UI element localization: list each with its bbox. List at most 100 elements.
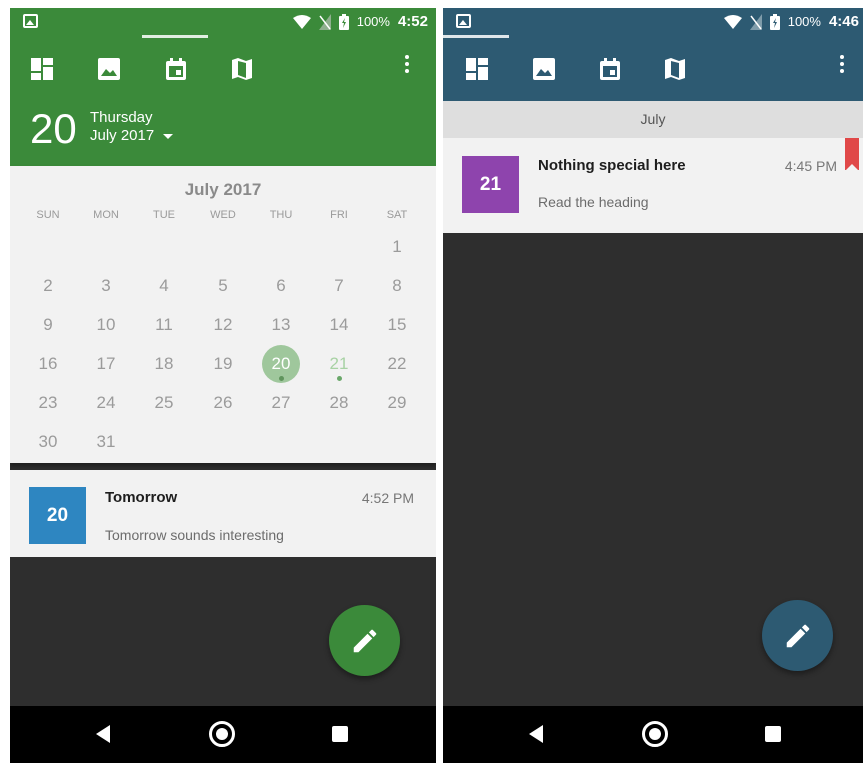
event-dot-icon <box>279 376 284 381</box>
calendar-day[interactable]: 8 <box>377 271 417 301</box>
tab-indicator <box>443 35 509 38</box>
battery-percentage: 100% <box>787 14 821 29</box>
map-icon[interactable] <box>230 57 254 81</box>
weekday-header: TUE <box>153 209 175 221</box>
left-phone-screen: 100% 4:52 20 Thursday July 2017 July 201… <box>10 8 436 763</box>
overflow-menu-icon[interactable] <box>404 55 410 79</box>
calendar-day[interactable]: 10 <box>86 310 126 340</box>
calendar-day[interactable]: 5 <box>203 271 243 301</box>
header-weekday: Thursday <box>90 109 153 126</box>
back-button[interactable] <box>96 725 110 743</box>
calendar-day[interactable]: 15 <box>377 310 417 340</box>
compose-button[interactable] <box>329 605 400 676</box>
event-dot-icon <box>337 376 342 381</box>
overflow-menu-icon[interactable] <box>839 55 845 79</box>
image-icon[interactable] <box>532 57 556 81</box>
image-notification-icon <box>23 14 38 28</box>
battery-icon <box>769 13 780 30</box>
calendar-day[interactable]: 22 <box>377 349 417 379</box>
screenshot-stage: 100% 4:52 20 Thursday July 2017 July 201… <box>0 0 863 763</box>
map-icon[interactable] <box>663 57 687 81</box>
system-navigation-bar <box>10 706 436 763</box>
calendar-day[interactable]: 16 <box>28 349 68 379</box>
calendar-day[interactable]: 21 <box>319 349 359 379</box>
calendar-day[interactable]: 19 <box>203 349 243 379</box>
event-card[interactable]: 20 Tomorrow 4:52 PM Tomorrow sounds inte… <box>10 470 436 557</box>
calendar-day[interactable]: 26 <box>203 388 243 418</box>
calendar-day[interactable]: 20 <box>261 349 301 379</box>
calendar-title: July 2017 <box>184 180 262 199</box>
battery-percentage: 100% <box>356 14 390 29</box>
no-sim-icon <box>749 13 762 30</box>
dropdown-caret-icon[interactable] <box>163 134 173 139</box>
event-date-badge: 21 <box>462 156 519 213</box>
calendar-day[interactable]: 27 <box>261 388 301 418</box>
weekday-header: SUN <box>36 209 60 221</box>
dashboard-icon[interactable] <box>30 57 54 81</box>
weekday-header: MON <box>93 209 119 221</box>
month-year-dropdown[interactable]: July 2017 <box>90 127 154 144</box>
calendar-day[interactable]: 23 <box>28 388 68 418</box>
pencil-icon <box>353 629 376 652</box>
system-navigation-bar <box>443 706 863 763</box>
app-toolbar <box>443 35 863 101</box>
back-button[interactable] <box>529 725 543 743</box>
event-time: 4:45 PM <box>784 158 837 174</box>
pencil-icon <box>786 624 809 647</box>
calendar-day[interactable]: 17 <box>86 349 126 379</box>
status-clock: 4:46 <box>828 13 859 30</box>
recents-button[interactable] <box>765 726 781 742</box>
event-title: Tomorrow <box>105 489 178 506</box>
calendar-day[interactable]: 29 <box>377 388 417 418</box>
home-button[interactable] <box>642 721 668 747</box>
dashboard-icon[interactable] <box>465 57 489 81</box>
event-date-badge: 20 <box>29 487 86 544</box>
calendar-day[interactable]: 24 <box>86 388 126 418</box>
compose-button[interactable] <box>762 600 833 671</box>
calendar-day[interactable]: 9 <box>28 310 68 340</box>
weekday-header: THU <box>269 209 293 221</box>
calendar-day[interactable]: 6 <box>261 271 301 301</box>
calendar-day[interactable]: 25 <box>144 388 184 418</box>
calendar-icon[interactable] <box>164 57 188 81</box>
calendar-day[interactable]: 7 <box>319 271 359 301</box>
image-notification-icon <box>456 14 471 28</box>
event-description: Tomorrow sounds interesting <box>105 527 284 543</box>
bookmark-icon <box>845 138 859 171</box>
weekday-header: SAT <box>386 209 408 221</box>
right-phone-screen: 100% 4:46 July 21 Nothing special here 4… <box>443 8 863 763</box>
calendar-day[interactable]: 28 <box>319 388 359 418</box>
calendar-day[interactable]: 3 <box>86 271 126 301</box>
no-sim-icon <box>318 13 331 30</box>
month-section-header: July <box>443 101 863 138</box>
app-toolbar <box>10 35 436 101</box>
event-card[interactable]: 21 Nothing special here 4:45 PM Read the… <box>443 138 863 233</box>
home-button[interactable] <box>209 721 235 747</box>
battery-icon <box>338 13 349 30</box>
wifi-icon <box>723 14 742 29</box>
weekday-header: FRI <box>330 209 348 221</box>
calendar-day[interactable]: 14 <box>319 310 359 340</box>
calendar-day[interactable]: 11 <box>144 310 184 340</box>
status-bar: 100% 4:52 <box>10 8 436 35</box>
calendar-day[interactable]: 4 <box>144 271 184 301</box>
image-icon[interactable] <box>97 57 121 81</box>
calendar-day[interactable]: 30 <box>28 427 68 457</box>
tab-indicator <box>142 35 208 38</box>
calendar-day[interactable]: 31 <box>86 427 126 457</box>
calendar-day[interactable]: 18 <box>144 349 184 379</box>
calendar-day[interactable]: 12 <box>203 310 243 340</box>
calendar-day[interactable]: 13 <box>261 310 301 340</box>
status-clock: 4:52 <box>397 13 428 30</box>
month-calendar: July 2017 SUN MON TUE WED THU FRI SAT 12345678… <box>10 166 436 463</box>
event-description: Read the heading <box>538 194 649 210</box>
event-title: Nothing special here <box>538 157 686 174</box>
calendar-icon[interactable] <box>598 57 622 81</box>
calendar-day[interactable]: 1 <box>377 232 417 262</box>
recents-button[interactable] <box>332 726 348 742</box>
header-day-number: 20 <box>30 105 77 152</box>
event-time: 4:52 PM <box>361 490 414 506</box>
calendar-day[interactable]: 2 <box>28 271 68 301</box>
status-bar: 100% 4:46 <box>443 8 863 35</box>
weekday-header: WED <box>210 209 236 221</box>
